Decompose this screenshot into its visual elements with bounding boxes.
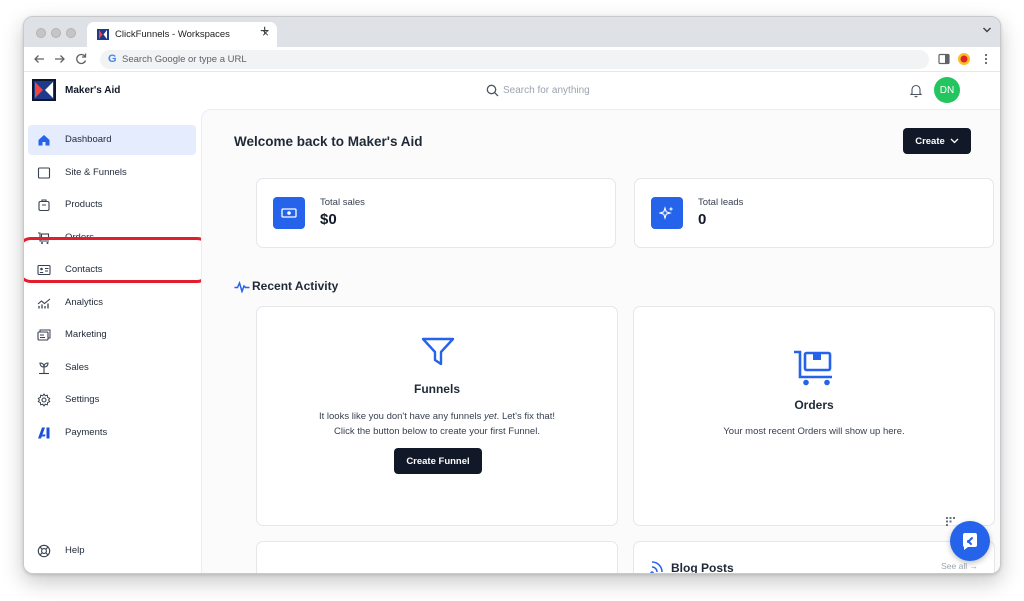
gear-icon — [37, 393, 51, 407]
stat-value: $0 — [320, 211, 337, 228]
bell-icon[interactable] — [909, 83, 923, 98]
stat-label: Total leads — [698, 197, 744, 208]
sidebar-item-products[interactable]: Products — [28, 190, 196, 220]
rss-icon — [650, 561, 663, 573]
payments-logo-icon — [38, 427, 50, 439]
chevron-down-icon — [950, 138, 959, 144]
page-title: Welcome back to Maker's Aid — [234, 134, 423, 149]
see-all-link[interactable]: See all → — [941, 561, 978, 571]
sidebar-item-contacts[interactable]: Contacts — [28, 255, 196, 285]
avatar[interactable]: DN — [934, 77, 960, 103]
sidebar-item-settings[interactable]: Settings — [28, 385, 196, 415]
sidebar-item-label: Help — [65, 545, 85, 556]
forward-arrow-icon[interactable] — [53, 52, 67, 66]
funnels-text-line2: Click the button below to create your fi… — [334, 426, 540, 437]
search-icon — [486, 84, 499, 97]
reload-icon[interactable] — [74, 52, 88, 66]
blog-posts-title: Blog Posts — [671, 561, 734, 574]
tab-strip: ClickFunnels - Workspaces × + — [24, 17, 1000, 47]
activity-pulse-icon — [234, 281, 250, 293]
sidebar-item-label: Payments — [65, 427, 108, 438]
search-placeholder: Search for anything — [503, 85, 590, 96]
funnel-icon — [421, 337, 455, 366]
grid-dots-icon — [946, 517, 955, 526]
extension-icon[interactable] — [957, 52, 971, 66]
sidebar-item-label: Site & Funnels — [65, 167, 127, 178]
sidebar-item-sales[interactable]: Sales — [28, 353, 196, 383]
sidebar-item-label: Orders — [65, 232, 95, 243]
funnels-card-text: It looks like you don't have any funnels… — [257, 409, 617, 439]
funnels-card-title: Funnels — [413, 382, 460, 396]
sidebar-item-orders[interactable]: Orders — [28, 223, 196, 253]
zoom-window-dot[interactable] — [66, 28, 76, 38]
home-icon — [38, 135, 50, 146]
back-arrow-icon[interactable] — [32, 52, 46, 66]
clickfunnels-favicon-icon — [97, 29, 109, 40]
sidebar-item-label: Analytics — [65, 297, 104, 308]
sparkles-icon — [651, 197, 683, 229]
google-icon: G — [108, 53, 117, 65]
funnels-text-part: It looks like you don't have any funnels — [318, 411, 484, 422]
funnels-text-emphasis: yet — [483, 411, 497, 422]
sidebar-item-help[interactable]: Help — [28, 536, 196, 566]
app-search-input[interactable]: Search for anything — [484, 82, 644, 100]
stat-value: 0 — [698, 211, 707, 228]
orders-card-title: Orders — [794, 398, 834, 412]
chat-icon — [962, 533, 977, 550]
sidebar-item-label: Dashboard — [65, 134, 112, 145]
sidebar-item-label: Sales — [65, 362, 89, 373]
create-funnel-button[interactable]: Create Funnel — [394, 448, 482, 474]
chat-support-button[interactable] — [950, 521, 990, 561]
section-title-recent-activity: Recent Activity — [252, 279, 339, 293]
sidebar-item-payments[interactable]: Payments — [28, 418, 196, 448]
sidebar: Dashboard Site & Funnels Products Orders — [24, 109, 211, 573]
funnels-text-part: . Let's fix that! — [496, 411, 555, 422]
contact-card-icon — [37, 264, 51, 276]
bottom-card-left — [256, 541, 618, 573]
workspace-name[interactable]: Maker's Aid — [65, 85, 120, 96]
minimize-window-dot[interactable] — [51, 28, 61, 38]
sidebar-item-analytics[interactable]: Analytics — [28, 288, 196, 318]
create-button[interactable]: Create — [903, 128, 971, 154]
stat-card-total-sales[interactable]: Total sales $0 — [256, 178, 616, 248]
sidebar-item-label: Products — [65, 199, 103, 210]
orders-card: Orders Your most recent Orders will show… — [633, 306, 995, 526]
sidebar-item-site-funnels[interactable]: Site & Funnels — [28, 158, 196, 188]
stat-card-total-leads[interactable]: Total leads 0 — [634, 178, 994, 248]
address-placeholder: Search Google or type a URL — [122, 54, 247, 65]
new-tab-button[interactable]: + — [260, 23, 269, 41]
tab-title: ClickFunnels - Workspaces — [115, 29, 230, 40]
app-header: Maker's Aid Search for anything DN — [24, 73, 1000, 109]
blog-posts-card: Blog Posts See all → — [633, 541, 995, 574]
browser-window-icon — [37, 167, 51, 179]
kebab-menu-icon[interactable] — [979, 52, 993, 66]
close-window-dot[interactable] — [36, 28, 46, 38]
package-icon — [38, 199, 50, 212]
browser-tab[interactable]: ClickFunnels - Workspaces × — [87, 22, 277, 47]
sidebar-item-label: Contacts — [65, 264, 103, 275]
clickfunnels-logo-icon[interactable] — [32, 79, 56, 101]
orders-card-text: Your most recent Orders will show up her… — [723, 426, 905, 437]
sidebar-item-label: Marketing — [65, 329, 107, 340]
money-icon — [273, 197, 305, 229]
create-button-label: Create — [915, 135, 945, 147]
browser-window: ClickFunnels - Workspaces × + G Search G… — [23, 16, 1001, 574]
order-cart-icon — [794, 350, 832, 386]
lifebuoy-icon — [37, 544, 51, 558]
cart-icon — [38, 232, 50, 244]
marketing-icon — [37, 329, 51, 341]
address-bar[interactable]: G Search Google or type a URL — [100, 50, 929, 69]
funnels-card: Funnels It looks like you don't have any… — [256, 306, 618, 526]
chevron-down-icon[interactable] — [982, 26, 992, 34]
main-content: Welcome back to Maker's Aid Create Total… — [201, 109, 1000, 574]
browser-toolbar: G Search Google or type a URL — [24, 47, 1000, 72]
sales-icon — [39, 362, 49, 375]
stat-label: Total sales — [320, 197, 365, 208]
analytics-icon — [37, 298, 51, 309]
sidebar-item-dashboard[interactable]: Dashboard — [28, 125, 196, 155]
side-panel-icon[interactable] — [937, 52, 951, 66]
sidebar-item-label: Settings — [65, 394, 100, 405]
sidebar-item-marketing[interactable]: Marketing — [28, 320, 196, 350]
